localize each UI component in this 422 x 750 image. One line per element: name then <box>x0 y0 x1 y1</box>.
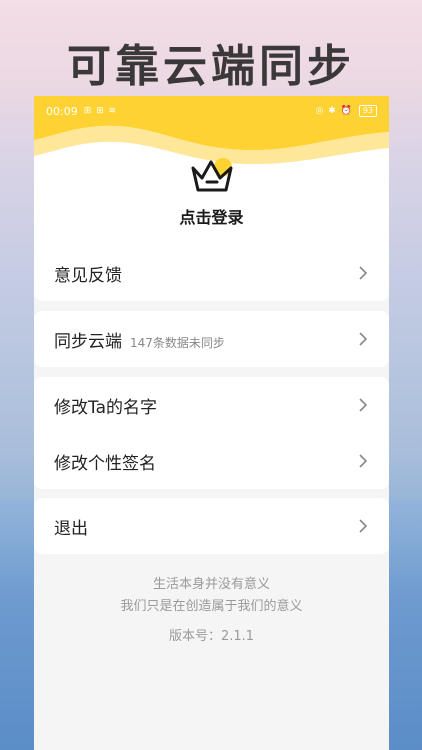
login-link[interactable]: 点击登录 <box>34 204 389 228</box>
clock: 00:09 <box>46 104 78 118</box>
logout-row[interactable]: 退出 <box>34 498 389 554</box>
feedback-card: 意见反馈 <box>34 245 389 301</box>
system-status-icons: ◎ ✱ ⏰ <box>315 106 353 116</box>
promo-headline: 可靠云端同步 <box>67 41 355 92</box>
sync-pending-count: 147条数据未同步 <box>130 335 225 350</box>
rename-row[interactable]: 修改Ta的名字 <box>34 377 389 433</box>
signature-row[interactable]: 修改个性签名 <box>34 433 389 489</box>
chevron-right-icon <box>359 519 368 533</box>
profile-edit-card: 修改Ta的名字 修改个性签名 <box>34 377 389 489</box>
chevron-right-icon <box>359 332 368 346</box>
chevron-right-icon <box>359 398 368 412</box>
sync-row[interactable]: 同步云端 147条数据未同步 <box>34 311 389 367</box>
slogan: 生活本身并没有意义 我们只是在创造属于我们的意义 <box>34 574 389 618</box>
slogan-line-2: 我们只是在创造属于我们的意义 <box>120 599 303 614</box>
logout-card: 退出 <box>34 498 389 554</box>
sync-label: 同步云端 <box>54 331 122 352</box>
phone-screen: 00:09 ⊞ ⊞ ≋ ◎ ✱ ⏰ 93 点击登录 意见反馈 同步云端 147条… <box>34 96 389 750</box>
logout-label: 退出 <box>54 518 88 539</box>
chevron-right-icon <box>359 454 368 468</box>
slogan-line-1: 生活本身并没有意义 <box>152 577 270 592</box>
battery-icon: 93 <box>358 105 377 117</box>
rename-label: 修改Ta的名字 <box>54 397 157 418</box>
signature-label: 修改个性签名 <box>54 453 156 474</box>
signal-icon: ⊞ ⊞ ≋ <box>83 106 118 116</box>
sync-card: 同步云端 147条数据未同步 <box>34 311 389 367</box>
feedback-label: 意见反馈 <box>54 265 122 286</box>
version-label: 版本号：2.1.1 <box>168 629 255 644</box>
chevron-right-icon <box>359 266 368 280</box>
status-bar: 00:09 ⊞ ⊞ ≋ ◎ ✱ ⏰ 93 <box>34 96 389 126</box>
crown-avatar-icon[interactable] <box>189 156 235 196</box>
feedback-row[interactable]: 意见反馈 <box>34 245 389 301</box>
